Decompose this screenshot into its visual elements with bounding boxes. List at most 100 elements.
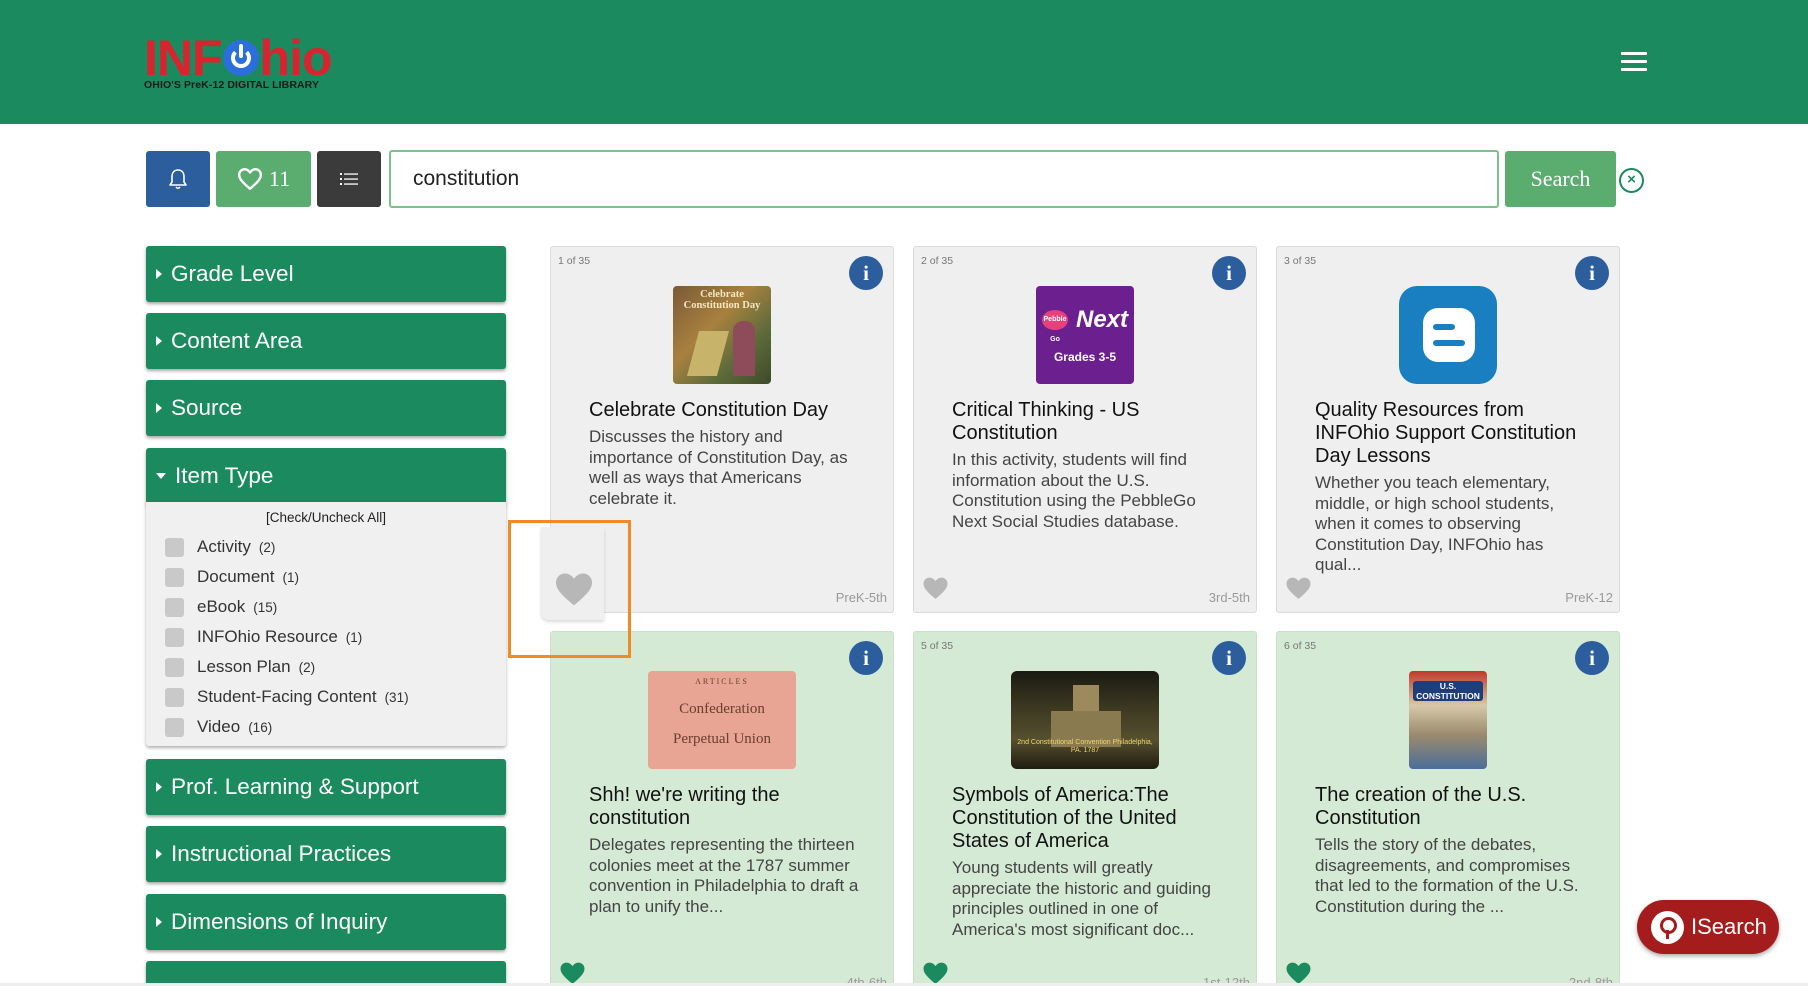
item-type-option[interactable]: Student-Facing Content (31) <box>165 685 409 709</box>
option-label: Video <box>197 717 241 736</box>
resource-thumbnail: Pebble Go Next Grades 3-5 <box>1036 286 1134 384</box>
caret-right-icon <box>156 917 162 927</box>
item-type-option[interactable]: Activity (2) <box>165 535 275 559</box>
grade-range: PreK-5th <box>835 590 887 605</box>
isearch-button[interactable]: ISearch <box>1637 900 1779 954</box>
info-icon[interactable]: i <box>1212 256 1246 290</box>
facet-prof-learning[interactable]: Prof. Learning & Support <box>146 759 506 815</box>
notifications-button[interactable] <box>146 151 210 207</box>
item-type-option[interactable]: Document (1) <box>165 565 299 589</box>
resource-thumbnail: ARTICLES Confederation Perpetual Union <box>648 671 796 769</box>
result-number: 6 of 35 <box>1284 640 1317 652</box>
infohio-logo[interactable]: INF hio OHIO'S PreK-12 DIGITAL LIBRARY <box>144 30 333 91</box>
option-count: (2) <box>298 659 316 675</box>
favorite-heart-icon[interactable] <box>1285 576 1312 605</box>
option-count: (31) <box>384 689 409 705</box>
facet-label: Source <box>171 395 243 420</box>
facet-label: Grade Level <box>171 261 294 286</box>
info-icon[interactable]: i <box>849 256 883 290</box>
caret-right-icon <box>156 403 162 413</box>
result-description: Delegates representing the thirteen colo… <box>589 835 859 916</box>
bell-icon <box>169 169 187 190</box>
thumbnail-caption: 2nd Constitutional Convention Philadelph… <box>1017 739 1153 754</box>
facet-content-area[interactable]: Content Area <box>146 313 506 369</box>
thumbnail-caption-2: Confederation <box>679 701 765 717</box>
checkbox[interactable] <box>165 597 184 617</box>
result-card[interactable]: 3 of 35 i Quality Resources from INFOhio… <box>1276 246 1620 613</box>
power-icon <box>222 40 259 76</box>
result-title[interactable]: The creation of the U.S. Constitution <box>1315 784 1597 830</box>
result-title[interactable]: Symbols of America:The Constitution of t… <box>952 784 1234 853</box>
result-description: Whether you teach elementary, middle, or… <box>1315 473 1555 574</box>
facet-grade-level[interactable]: Grade Level <box>146 246 506 302</box>
option-label: eBook <box>197 597 246 616</box>
heart-outline-icon <box>237 168 262 190</box>
info-icon[interactable]: i <box>1575 641 1609 675</box>
option-count: (1) <box>282 569 299 585</box>
checkbox[interactable] <box>165 627 184 647</box>
result-title[interactable]: Critical Thinking - US Constitution <box>952 399 1234 445</box>
favorites-count: 11 <box>268 166 291 191</box>
grade-range: PreK-12 <box>1565 590 1613 605</box>
checkbox[interactable] <box>165 717 184 737</box>
option-label: Activity <box>197 537 251 556</box>
thumbnail-grades: Grades 3-5 <box>1053 350 1117 364</box>
result-description: Discusses the history and importance of … <box>589 427 848 508</box>
info-icon[interactable]: i <box>1575 256 1609 290</box>
result-card[interactable]: 2 of 35 i Pebble Go Next Grades 3-5 Crit… <box>913 246 1257 613</box>
result-number: 5 of 35 <box>921 640 954 652</box>
checkbox[interactable] <box>165 567 184 587</box>
checkbox[interactable] <box>165 657 184 677</box>
result-title[interactable]: Shh! we're writing the constitution <box>589 784 871 830</box>
caret-down-icon <box>156 473 166 479</box>
result-card[interactable]: 6 of 35 i U.S. CONSTITUTION The creation… <box>1276 631 1620 986</box>
resource-thumbnail: 2nd Constitutional Convention Philadelph… <box>1011 671 1159 769</box>
info-icon[interactable]: i <box>1212 641 1246 675</box>
favorite-heart-icon[interactable] <box>922 576 949 605</box>
check-uncheck-all-link[interactable]: [Check/Uncheck All] <box>146 510 506 525</box>
option-label: Document <box>197 567 275 586</box>
thumbnail-caption: Next <box>1076 306 1129 333</box>
thumbnail-caption: U.S. CONSTITUTION <box>1413 681 1483 701</box>
item-type-option[interactable]: eBook (15) <box>165 595 277 619</box>
info-icon[interactable]: i <box>849 641 883 675</box>
list-icon <box>340 173 358 185</box>
result-card[interactable]: i ARTICLES Confederation Perpetual Union… <box>550 631 894 986</box>
option-label: Lesson Plan <box>197 657 291 676</box>
list-view-button[interactable] <box>317 151 381 207</box>
facet-dimensions-of-inquiry[interactable]: Dimensions of Inquiry <box>146 894 506 950</box>
close-circle-icon[interactable]: × <box>1619 168 1644 193</box>
highlight-box <box>508 520 631 658</box>
hamburger-icon[interactable] <box>1621 52 1647 72</box>
result-number: 1 of 35 <box>558 255 591 267</box>
facet-source[interactable]: Source <box>146 380 506 436</box>
checkbox[interactable] <box>165 537 184 557</box>
facet-instructional-practices[interactable]: Instructional Practices <box>146 826 506 882</box>
item-type-option[interactable]: INFOhio Resource (1) <box>165 625 362 649</box>
isearch-icon <box>1651 910 1684 944</box>
search-input[interactable] <box>389 150 1499 208</box>
pebblego-badge: Pebble Go <box>1042 310 1068 343</box>
facet-item-type[interactable]: Item Type <box>146 448 506 504</box>
blogger-icon <box>1399 286 1497 384</box>
logo-wordmark: INF hio <box>144 30 333 86</box>
favorites-button[interactable]: 11 <box>216 151 311 207</box>
logo-text-left: INF <box>144 30 223 86</box>
option-label: INFOhio Resource <box>197 627 338 646</box>
checkbox[interactable] <box>165 687 184 707</box>
option-count: (15) <box>253 599 278 615</box>
search-button[interactable]: Search <box>1505 151 1616 207</box>
thumbnail-caption-3: Perpetual Union <box>673 731 771 747</box>
result-card[interactable]: 5 of 35 i 2nd Constitutional Convention … <box>913 631 1257 986</box>
caret-right-icon <box>156 269 162 279</box>
option-label: Student-Facing Content <box>197 687 377 706</box>
item-type-option[interactable]: Lesson Plan (2) <box>165 655 315 679</box>
result-description: Young students will greatly appreciate t… <box>952 858 1211 939</box>
result-title[interactable]: Celebrate Constitution Day <box>589 399 871 422</box>
logo-subtitle: OHIO'S PreK-12 DIGITAL LIBRARY <box>144 79 320 91</box>
facet-label: Prof. Learning & Support <box>171 774 419 799</box>
facet-label: Instructional Practices <box>171 841 392 866</box>
item-type-option[interactable]: Video (16) <box>165 715 272 739</box>
option-count: (2) <box>258 539 276 555</box>
result-title[interactable]: Quality Resources from INFOhio Support C… <box>1315 399 1597 468</box>
